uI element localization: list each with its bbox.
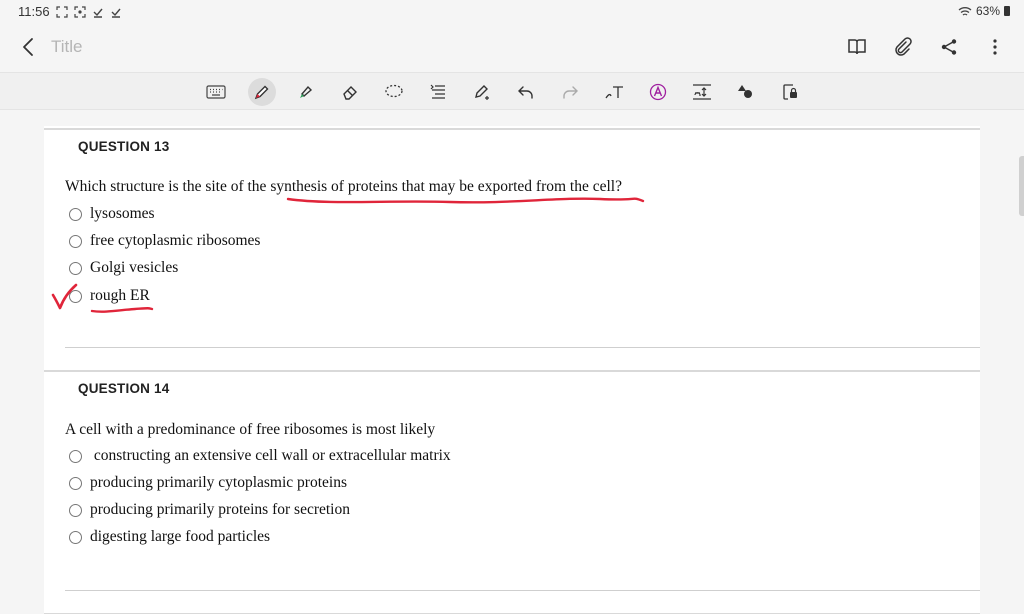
note-title[interactable]: Title [51, 37, 83, 57]
battery-level: 63% [975, 4, 1000, 18]
divider [44, 370, 980, 372]
text-style-icon[interactable] [644, 78, 672, 106]
back-icon[interactable] [18, 36, 40, 58]
option-label: digesting large food particles [90, 528, 271, 545]
redo-icon[interactable] [556, 78, 584, 106]
screenshot-icon [55, 5, 68, 18]
title-bar: Title [0, 28, 1024, 68]
shapes-icon[interactable] [732, 78, 760, 106]
book-view-icon[interactable] [846, 36, 868, 58]
radio-button[interactable] [69, 261, 82, 275]
highlighter-icon[interactable] [292, 78, 320, 106]
question-13-text: Which structure is the site of the synth… [65, 178, 622, 195]
share-icon[interactable] [938, 36, 960, 58]
question-14-text: A cell with a predominance of free ribos… [65, 421, 436, 438]
question-13-option-3[interactable]: Golgi vesicles [69, 258, 178, 278]
scan-icon [73, 5, 86, 18]
status-right: 63% [958, 4, 1010, 18]
radio-button[interactable] [69, 530, 82, 544]
option-label: producing primarily proteins for secreti… [90, 501, 350, 518]
title-actions [846, 36, 1006, 58]
radio-button[interactable] [69, 289, 82, 303]
question-13-option-4[interactable]: rough ER [69, 286, 150, 306]
radio-button[interactable] [69, 449, 82, 463]
pen-icon[interactable] [248, 78, 276, 106]
more-options-icon[interactable] [984, 36, 1006, 58]
radio-button[interactable] [69, 207, 82, 221]
question-13-option-2[interactable]: free cytoplasmic ribosomes [69, 231, 260, 251]
question-14-option-2[interactable]: producing primarily cytoplasmic proteins [69, 473, 347, 493]
battery-icon [1004, 6, 1010, 16]
status-time: 11:56 [18, 4, 50, 19]
handwriting-to-text-icon[interactable] [600, 78, 628, 106]
radio-button[interactable] [69, 503, 82, 517]
divider [65, 347, 980, 348]
question-14-option-4[interactable]: digesting large food particles [69, 527, 270, 547]
eraser-icon[interactable] [336, 78, 364, 106]
status-left: 11:56 [18, 4, 122, 19]
download-done-icon [93, 8, 103, 18]
option-label: rough ER [90, 287, 150, 304]
pen-settings-icon[interactable] [468, 78, 496, 106]
lock-icon[interactable] [776, 78, 804, 106]
option-label: Golgi vesicles [90, 259, 179, 276]
note-page: QUESTION 13 Which structure is the site … [44, 126, 980, 614]
question-14-option-3[interactable]: producing primarily proteins for secreti… [69, 500, 350, 520]
status-bar: 11:56 63% [0, 0, 1024, 24]
side-panel-handle[interactable] [1019, 156, 1024, 216]
divider [44, 128, 980, 130]
question-13-heading: QUESTION 13 [78, 139, 170, 154]
undo-icon[interactable] [512, 78, 540, 106]
option-label: lysosomes [90, 205, 155, 222]
keyboard-icon[interactable] [202, 78, 230, 106]
question-14-heading: QUESTION 14 [78, 381, 170, 396]
text-format-icon[interactable] [424, 78, 452, 106]
drawing-toolbar [0, 72, 1024, 110]
wifi-icon [958, 6, 972, 16]
question-14-option-1[interactable]: constructing an extensive cell wall or e… [69, 446, 451, 466]
option-label: free cytoplasmic ribosomes [90, 232, 261, 249]
option-label: constructing an extensive cell wall or e… [90, 447, 451, 464]
radio-button[interactable] [69, 476, 82, 490]
question-13-option-1[interactable]: lysosomes [69, 204, 155, 224]
lasso-icon[interactable] [380, 78, 408, 106]
text-box-icon[interactable] [688, 78, 716, 106]
option-label: producing primarily cytoplasmic proteins [90, 474, 347, 491]
radio-button[interactable] [69, 234, 82, 248]
attach-icon[interactable] [892, 36, 914, 58]
download-done-icon-2 [111, 8, 121, 18]
divider [65, 590, 980, 591]
